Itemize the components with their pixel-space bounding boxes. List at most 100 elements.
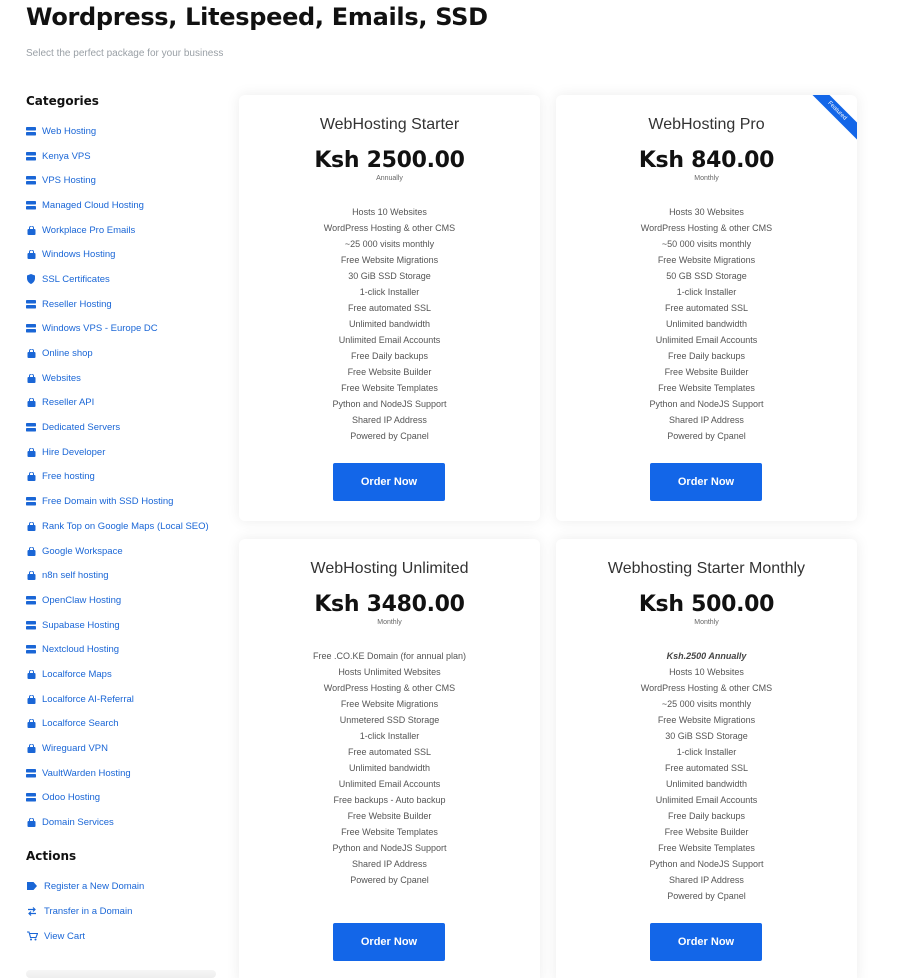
shopping-bag-icon [26, 250, 36, 260]
action-label: Register a New Domain [44, 880, 145, 892]
categories-heading: Categories [26, 94, 99, 108]
shopping-bag-icon [26, 349, 36, 359]
feature-item: Unlimited bandwidth [665, 779, 748, 789]
feature-item: Free Website Migrations [340, 255, 439, 265]
shopping-bag-icon [26, 373, 36, 383]
sidebar-item-label: Reseller API [42, 397, 95, 409]
sidebar-item-vaultwarden-hosting[interactable]: VaultWarden Hosting [26, 761, 226, 786]
action-view-cart[interactable]: View Cart [26, 924, 226, 949]
sidebar-item-n8n-self-hosting[interactable]: n8n self hosting [26, 563, 226, 588]
order-now-button[interactable]: Order Now [333, 923, 445, 961]
actions-list: Register a New Domain Transfer in a Domai… [26, 874, 226, 949]
action-label: Transfer in a Domain [44, 905, 133, 917]
feature-item: Hosts Unlimited Websites [338, 667, 441, 677]
sidebar-item-label: Free hosting [42, 471, 95, 483]
sidebar-item-label: Google Workspace [42, 545, 123, 557]
server-icon [26, 151, 36, 161]
sidebar-item-label: Windows VPS - Europe DC [42, 323, 158, 335]
feature-item: Python and NodeJS Support [332, 843, 447, 853]
product-card-webhosting-starter-monthly: Webhosting Starter Monthly Ksh 500.00 Mont… [556, 539, 857, 978]
shopping-bag-icon [26, 472, 36, 482]
shopping-bag-icon [26, 521, 36, 531]
feature-item: Powered by Cpanel [350, 875, 429, 885]
feature-item: Free Website Templates [658, 843, 755, 853]
feature-item: Unlimited bandwidth [348, 763, 431, 773]
feature-item: WordPress Hosting & other CMS [323, 223, 456, 233]
shopping-bag-icon [26, 398, 36, 408]
feature-item: Shared IP Address [352, 415, 427, 425]
order-now-button[interactable]: Order Now [650, 463, 762, 501]
sidebar-item-dedicated-servers[interactable]: Dedicated Servers [26, 415, 226, 440]
sidebar-item-label: SSL Certificates [42, 273, 110, 285]
cart-icon [26, 931, 38, 941]
order-now-button[interactable]: Order Now [650, 923, 762, 961]
feature-item: Shared IP Address [669, 415, 744, 425]
sidebar-item-ssl-certificates[interactable]: SSL Certificates [26, 267, 226, 292]
sidebar-item-workplace-pro-emails[interactable]: Workplace Pro Emails [26, 218, 226, 243]
shopping-bag-icon [26, 719, 36, 729]
sidebar-item-websites[interactable]: Websites [26, 366, 226, 391]
feature-item: Free Website Migrations [657, 255, 756, 265]
server-icon [26, 497, 36, 507]
page-subtitle: Select the perfect package for your busi… [26, 48, 224, 59]
sidebar-footer-panel [26, 970, 216, 978]
billing-cycle: Annually [376, 175, 403, 182]
order-now-button[interactable]: Order Now [333, 463, 445, 501]
feature-item: Powered by Cpanel [667, 431, 746, 441]
sidebar-item-web-hosting[interactable]: Web Hosting [26, 119, 226, 144]
sidebar-item-kenya-vps[interactable]: Kenya VPS [26, 144, 226, 169]
sidebar-item-managed-cloud-hosting[interactable]: Managed Cloud Hosting [26, 193, 226, 218]
feature-item: Unlimited Email Accounts [655, 795, 758, 805]
sidebar-item-rank-top-on-google-maps-local-seo[interactable]: Rank Top on Google Maps (Local SEO) [26, 514, 226, 539]
sidebar-item-label: Hire Developer [42, 446, 106, 458]
feature-item: Free backups - Auto backup [333, 795, 446, 805]
sidebar-item-odoo-hosting[interactable]: Odoo Hosting [26, 786, 226, 811]
sidebar-item-label: Free Domain with SSD Hosting [42, 496, 174, 508]
sidebar-item-windows-hosting[interactable]: Windows Hosting [26, 242, 226, 267]
sidebar-item-reseller-api[interactable]: Reseller API [26, 391, 226, 416]
sidebar: Categories Web Hosting Kenya VPS VPS Hosti… [26, 94, 226, 949]
sidebar-item-free-domain-with-ssd-hosting[interactable]: Free Domain with SSD Hosting [26, 489, 226, 514]
feature-item: ~25 000 visits monthly [344, 239, 435, 249]
action-transfer-in-a-domain[interactable]: Transfer in a Domain [26, 899, 226, 924]
sidebar-item-openclaw-hosting[interactable]: OpenClaw Hosting [26, 588, 226, 613]
sidebar-item-hire-developer[interactable]: Hire Developer [26, 440, 226, 465]
feature-item: WordPress Hosting & other CMS [323, 683, 456, 693]
sidebar-item-label: Wireguard VPN [42, 743, 108, 755]
sidebar-item-reseller-hosting[interactable]: Reseller Hosting [26, 292, 226, 317]
sidebar-item-domain-services[interactable]: Domain Services [26, 810, 226, 835]
product-name: WebHosting Unlimited [310, 560, 469, 577]
sidebar-item-wireguard-vpn[interactable]: Wireguard VPN [26, 736, 226, 761]
sidebar-item-free-hosting[interactable]: Free hosting [26, 465, 226, 490]
product-price: Ksh 2500.00 [314, 148, 465, 173]
feature-item: Free automated SSL [664, 303, 749, 313]
sidebar-item-nextcloud-hosting[interactable]: Nextcloud Hosting [26, 637, 226, 662]
server-icon [26, 200, 36, 210]
sidebar-item-google-workspace[interactable]: Google Workspace [26, 539, 226, 564]
feature-item: 50 GB SSD Storage [666, 271, 747, 281]
sidebar-item-vps-hosting[interactable]: VPS Hosting [26, 168, 226, 193]
shopping-bag-icon [26, 571, 36, 581]
feature-item: Free Website Builder [664, 827, 749, 837]
sidebar-item-localforce-maps[interactable]: Localforce Maps [26, 662, 226, 687]
sidebar-item-localforce-ai-referral[interactable]: Localforce AI-Referral [26, 687, 226, 712]
feature-item: Free Website Migrations [340, 699, 439, 709]
sidebar-item-label: Domain Services [42, 817, 114, 829]
feature-item: 1-click Installer [359, 731, 420, 741]
server-icon [26, 793, 36, 803]
feature-item: Unlimited bandwidth [665, 319, 748, 329]
action-register-a-new-domain[interactable]: Register a New Domain [26, 874, 226, 899]
feature-item: Unlimited Email Accounts [338, 335, 441, 345]
feature-item: WordPress Hosting & other CMS [640, 223, 773, 233]
feature-list: Hosts 10 Websites WordPress Hosting & oth… [239, 204, 540, 444]
sidebar-item-label: Localforce AI-Referral [42, 693, 134, 705]
sidebar-item-localforce-search[interactable]: Localforce Search [26, 712, 226, 737]
billing-cycle: Monthly [694, 175, 719, 182]
sidebar-item-label: Windows Hosting [42, 249, 116, 261]
sidebar-item-label: Reseller Hosting [42, 298, 112, 310]
sidebar-item-supabase-hosting[interactable]: Supabase Hosting [26, 613, 226, 638]
feature-item: ~50 000 visits monthly [661, 239, 752, 249]
feature-item: Free Daily backups [350, 351, 429, 361]
sidebar-item-windows-vps-europe-dc[interactable]: Windows VPS - Europe DC [26, 317, 226, 342]
sidebar-item-online-shop[interactable]: Online shop [26, 341, 226, 366]
